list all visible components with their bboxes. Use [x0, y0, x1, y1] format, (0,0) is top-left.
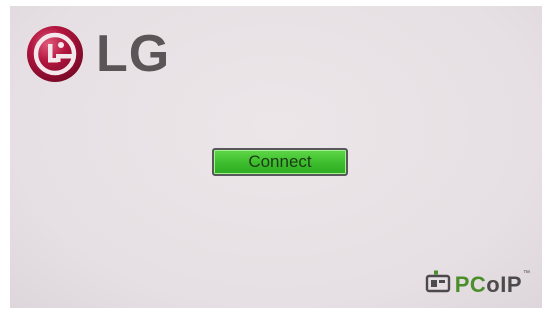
lg-wordmark: LG	[96, 25, 171, 83]
connect-button[interactable]: Connect	[212, 148, 348, 176]
lg-emblem-icon	[27, 26, 83, 82]
pcoip-logo: PCoIP ™	[425, 270, 530, 296]
login-screen: LG Connect PCoIP ™	[10, 6, 542, 308]
pcoip-monitor-icon	[425, 270, 450, 293]
pcoip-wordmark: PCoIP	[455, 274, 522, 296]
pcoip-pc-text: PC	[454, 272, 487, 297]
lg-logo: LG	[26, 24, 170, 84]
trademark-symbol: ™	[523, 270, 530, 277]
pcoip-rest-text: oIP	[486, 272, 522, 297]
